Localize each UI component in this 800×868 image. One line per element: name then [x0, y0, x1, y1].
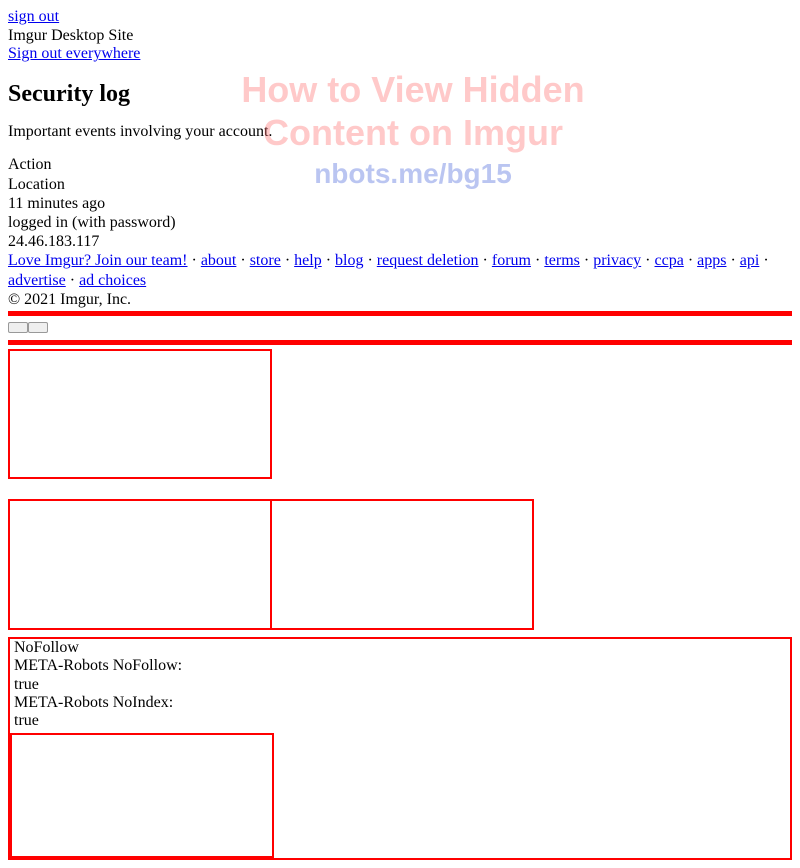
meta-robots-nofollow-value: true — [14, 676, 786, 694]
page-subtitle: Important events involving your account. — [8, 122, 792, 141]
page-title: Security log — [8, 81, 792, 108]
image-placeholder-3 — [270, 499, 534, 630]
api-link[interactable]: api — [740, 252, 760, 269]
divider — [8, 340, 792, 345]
sign-out-everywhere-link[interactable]: Sign out everywhere — [8, 45, 140, 62]
image-placeholder-2 — [8, 499, 272, 630]
log-location-label: Location — [8, 175, 792, 194]
log-ip: 24.46.183.117 — [8, 232, 792, 251]
top-links: sign out Imgur Desktop Site Sign out eve… — [8, 8, 792, 63]
forum-link[interactable]: forum — [492, 252, 531, 269]
help-link[interactable]: help — [294, 252, 322, 269]
image-placeholder-4 — [10, 733, 274, 858]
footer-links: Love Imgur? Join our team! · about · sto… — [8, 251, 792, 289]
request-deletion-link[interactable]: request deletion — [377, 252, 479, 269]
meta-robots-noindex-value: true — [14, 712, 786, 730]
mini-button-2[interactable] — [28, 322, 48, 333]
image-row — [8, 499, 792, 630]
copyright-text: © 2021 Imgur, Inc. — [8, 290, 792, 309]
meta-robots-nofollow-label: META-Robots NoFollow: — [14, 657, 786, 675]
store-link[interactable]: store — [250, 252, 281, 269]
log-event: logged in (with password) — [8, 213, 792, 232]
apps-link[interactable]: apps — [697, 252, 726, 269]
terms-link[interactable]: terms — [544, 252, 580, 269]
about-link[interactable]: about — [201, 252, 237, 269]
blog-link[interactable]: blog — [335, 252, 363, 269]
meta-robots-noindex-label: META-Robots NoIndex: — [14, 694, 786, 712]
privacy-link[interactable]: privacy — [593, 252, 641, 269]
mini-buttons — [8, 318, 792, 336]
divider — [8, 311, 792, 316]
meta-info-box: NoFollow META-Robots NoFollow: true META… — [8, 637, 792, 860]
log-action-label: Action — [8, 155, 792, 174]
desktop-site-text: Imgur Desktop Site — [8, 27, 133, 44]
image-placeholder-1 — [8, 349, 272, 479]
security-log-entry: Action Location 11 minutes ago logged in… — [8, 155, 792, 251]
mini-button-1[interactable] — [8, 322, 28, 333]
nofollow-label: NoFollow — [14, 639, 786, 657]
love-imgur-link[interactable]: Love Imgur? Join our team! — [8, 252, 188, 269]
advertise-link[interactable]: advertise — [8, 272, 66, 289]
ccpa-link[interactable]: ccpa — [655, 252, 684, 269]
sign-out-link[interactable]: sign out — [8, 8, 59, 25]
log-time: 11 minutes ago — [8, 194, 792, 213]
ad-choices-link[interactable]: ad choices — [79, 272, 146, 289]
